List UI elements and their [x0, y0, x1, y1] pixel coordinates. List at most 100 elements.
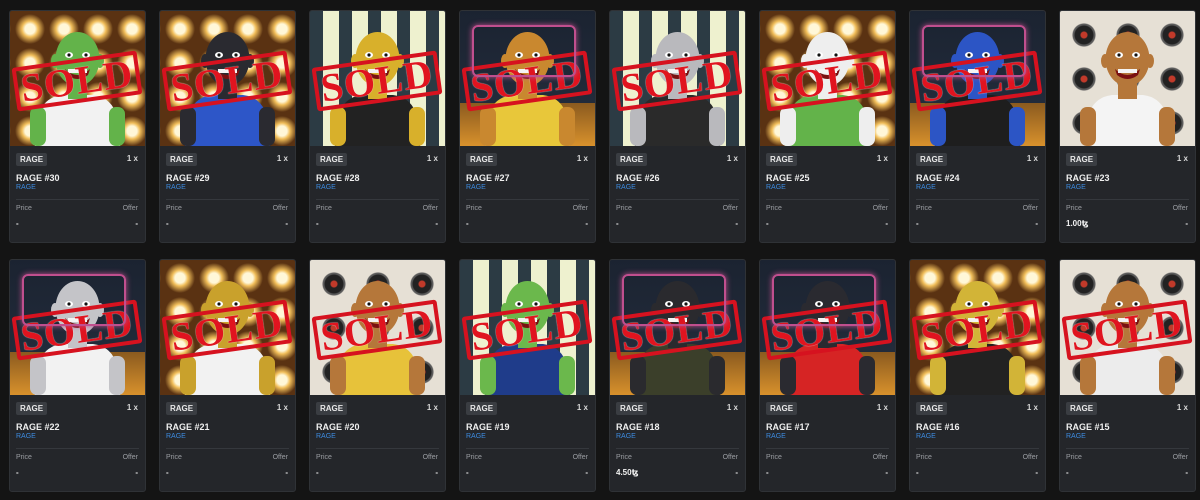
collection-tag[interactable]: RAGE	[16, 402, 48, 415]
offer-label: Offer	[1022, 205, 1038, 212]
price-label: Price	[316, 454, 332, 461]
collection-tag[interactable]: RAGE	[316, 402, 348, 415]
price-label: Price	[166, 454, 182, 461]
collection-link[interactable]: RAGE	[10, 184, 145, 191]
collection-tag[interactable]: RAGE	[916, 153, 948, 166]
nft-title[interactable]: RAGE #22	[10, 422, 145, 432]
nft-artwork[interactable]: SOLD	[310, 260, 445, 395]
price-value: 4.50ꜩ	[616, 468, 639, 477]
nft-title[interactable]: RAGE #19	[460, 422, 595, 432]
nft-card[interactable]: SOLD RAGE 1 x RAGE #29 RAGE Price Offer - -	[159, 10, 296, 243]
price-value: -	[16, 219, 19, 228]
nft-card[interactable]: SOLD RAGE 1 x RAGE #25 RAGE Price Offer - -	[759, 10, 896, 243]
nft-card[interactable]: SOLD RAGE 1 x RAGE #30 RAGE Price Offer - -	[9, 10, 146, 243]
collection-tag[interactable]: RAGE	[166, 153, 198, 166]
price-value: -	[616, 219, 619, 228]
nft-card[interactable]: RAGE 1 x RAGE #23 RAGE Price Offer 1.00ꜩ -	[1059, 10, 1196, 243]
nft-artwork[interactable]: SOLD	[460, 260, 595, 395]
nft-title[interactable]: RAGE #17	[760, 422, 895, 432]
collection-link[interactable]: RAGE	[610, 184, 745, 191]
nft-title[interactable]: RAGE #21	[160, 422, 295, 432]
nft-card[interactable]: SOLD RAGE 1 x RAGE #19 RAGE Price Offer - -	[459, 259, 596, 492]
price-label: Price	[616, 454, 632, 461]
nft-card[interactable]: SOLD RAGE 1 x RAGE #26 RAGE Price Offer - -	[609, 10, 746, 243]
nft-title[interactable]: RAGE #30	[10, 173, 145, 183]
nft-title[interactable]: RAGE #23	[1060, 173, 1195, 183]
collection-tag[interactable]: RAGE	[316, 153, 348, 166]
nft-title[interactable]: RAGE #24	[910, 173, 1045, 183]
collection-link[interactable]: RAGE	[310, 184, 445, 191]
nft-card[interactable]: SOLD RAGE 1 x RAGE #21 RAGE Price Offer - -	[159, 259, 296, 492]
collection-link[interactable]: RAGE	[460, 184, 595, 191]
quantity-label: 1 x	[1026, 154, 1038, 163]
nft-title[interactable]: RAGE #26	[610, 173, 745, 183]
nft-artwork[interactable]: SOLD	[610, 260, 745, 395]
collection-link[interactable]: RAGE	[910, 433, 1045, 440]
nft-card[interactable]: SOLD RAGE 1 x RAGE #24 RAGE Price Offer - -	[909, 10, 1046, 243]
collection-tag[interactable]: RAGE	[16, 153, 48, 166]
nft-card[interactable]: SOLD RAGE 1 x RAGE #20 RAGE Price Offer - -	[309, 259, 446, 492]
nft-card[interactable]: SOLD RAGE 1 x RAGE #22 RAGE Price Offer - -	[9, 259, 146, 492]
collection-tag[interactable]: RAGE	[466, 153, 498, 166]
offer-label: Offer	[1172, 454, 1188, 461]
collection-link[interactable]: RAGE	[610, 433, 745, 440]
nft-card[interactable]: SOLD RAGE 1 x RAGE #15 RAGE Price Offer - -	[1059, 259, 1196, 492]
price-value: -	[316, 468, 319, 477]
nft-artwork[interactable]: SOLD	[910, 260, 1045, 395]
nft-card[interactable]: SOLD RAGE 1 x RAGE #17 RAGE Price Offer - -	[759, 259, 896, 492]
collection-link[interactable]: RAGE	[460, 433, 595, 440]
collection-tag[interactable]: RAGE	[616, 402, 648, 415]
collection-tag[interactable]: RAGE	[766, 402, 798, 415]
nft-title[interactable]: RAGE #27	[460, 173, 595, 183]
nft-title[interactable]: RAGE #18	[610, 422, 745, 432]
collection-tag[interactable]: RAGE	[166, 402, 198, 415]
nft-title[interactable]: RAGE #16	[910, 422, 1045, 432]
nft-title[interactable]: RAGE #29	[160, 173, 295, 183]
collection-link[interactable]: RAGE	[910, 184, 1045, 191]
collection-tag[interactable]: RAGE	[616, 153, 648, 166]
nft-title[interactable]: RAGE #25	[760, 173, 895, 183]
collection-link[interactable]: RAGE	[760, 433, 895, 440]
nft-title[interactable]: RAGE #15	[1060, 422, 1195, 432]
nft-artwork[interactable]: SOLD	[10, 11, 145, 146]
price-value: 1.00ꜩ	[1066, 219, 1089, 228]
collection-tag[interactable]: RAGE	[1066, 153, 1098, 166]
nft-card[interactable]: SOLD RAGE 1 x RAGE #27 RAGE Price Offer - -	[459, 10, 596, 243]
nft-artwork[interactable]: SOLD	[160, 260, 295, 395]
offer-value: -	[285, 219, 288, 228]
collection-link[interactable]: RAGE	[160, 433, 295, 440]
price-label: Price	[916, 205, 932, 212]
collection-link[interactable]: RAGE	[310, 433, 445, 440]
nft-title[interactable]: RAGE #28	[310, 173, 445, 183]
collection-link[interactable]: RAGE	[1060, 184, 1195, 191]
offer-value: -	[735, 468, 738, 477]
nft-artwork[interactable]: SOLD	[310, 11, 445, 146]
nft-artwork[interactable]: SOLD	[760, 260, 895, 395]
offer-value: -	[1185, 468, 1188, 477]
nft-card[interactable]: SOLD RAGE 1 x RAGE #16 RAGE Price Offer - -	[909, 259, 1046, 492]
nft-artwork[interactable]: SOLD	[760, 11, 895, 146]
nft-card[interactable]: SOLD RAGE 1 x RAGE #18 RAGE Price Offer 4.50ꜩ -	[609, 259, 746, 492]
nft-artwork[interactable]	[1060, 11, 1195, 146]
collection-link[interactable]: RAGE	[1060, 433, 1195, 440]
collection-link[interactable]: RAGE	[160, 184, 295, 191]
collection-link[interactable]: RAGE	[760, 184, 895, 191]
nft-artwork[interactable]: SOLD	[10, 260, 145, 395]
nft-artwork[interactable]: SOLD	[910, 11, 1045, 146]
collection-tag[interactable]: RAGE	[766, 153, 798, 166]
price-value: -	[466, 468, 469, 477]
offer-label: Offer	[722, 454, 738, 461]
price-label: Price	[316, 205, 332, 212]
offer-value: -	[135, 468, 138, 477]
nft-artwork[interactable]: SOLD	[160, 11, 295, 146]
nft-card[interactable]: SOLD RAGE 1 x RAGE #28 RAGE Price Offer - -	[309, 10, 446, 243]
nft-artwork[interactable]: SOLD	[460, 11, 595, 146]
collection-tag[interactable]: RAGE	[466, 402, 498, 415]
collection-tag[interactable]: RAGE	[916, 402, 948, 415]
offer-label: Offer	[122, 454, 138, 461]
collection-tag[interactable]: RAGE	[1066, 402, 1098, 415]
nft-artwork[interactable]: SOLD	[1060, 260, 1195, 395]
collection-link[interactable]: RAGE	[10, 433, 145, 440]
nft-title[interactable]: RAGE #20	[310, 422, 445, 432]
nft-artwork[interactable]: SOLD	[610, 11, 745, 146]
